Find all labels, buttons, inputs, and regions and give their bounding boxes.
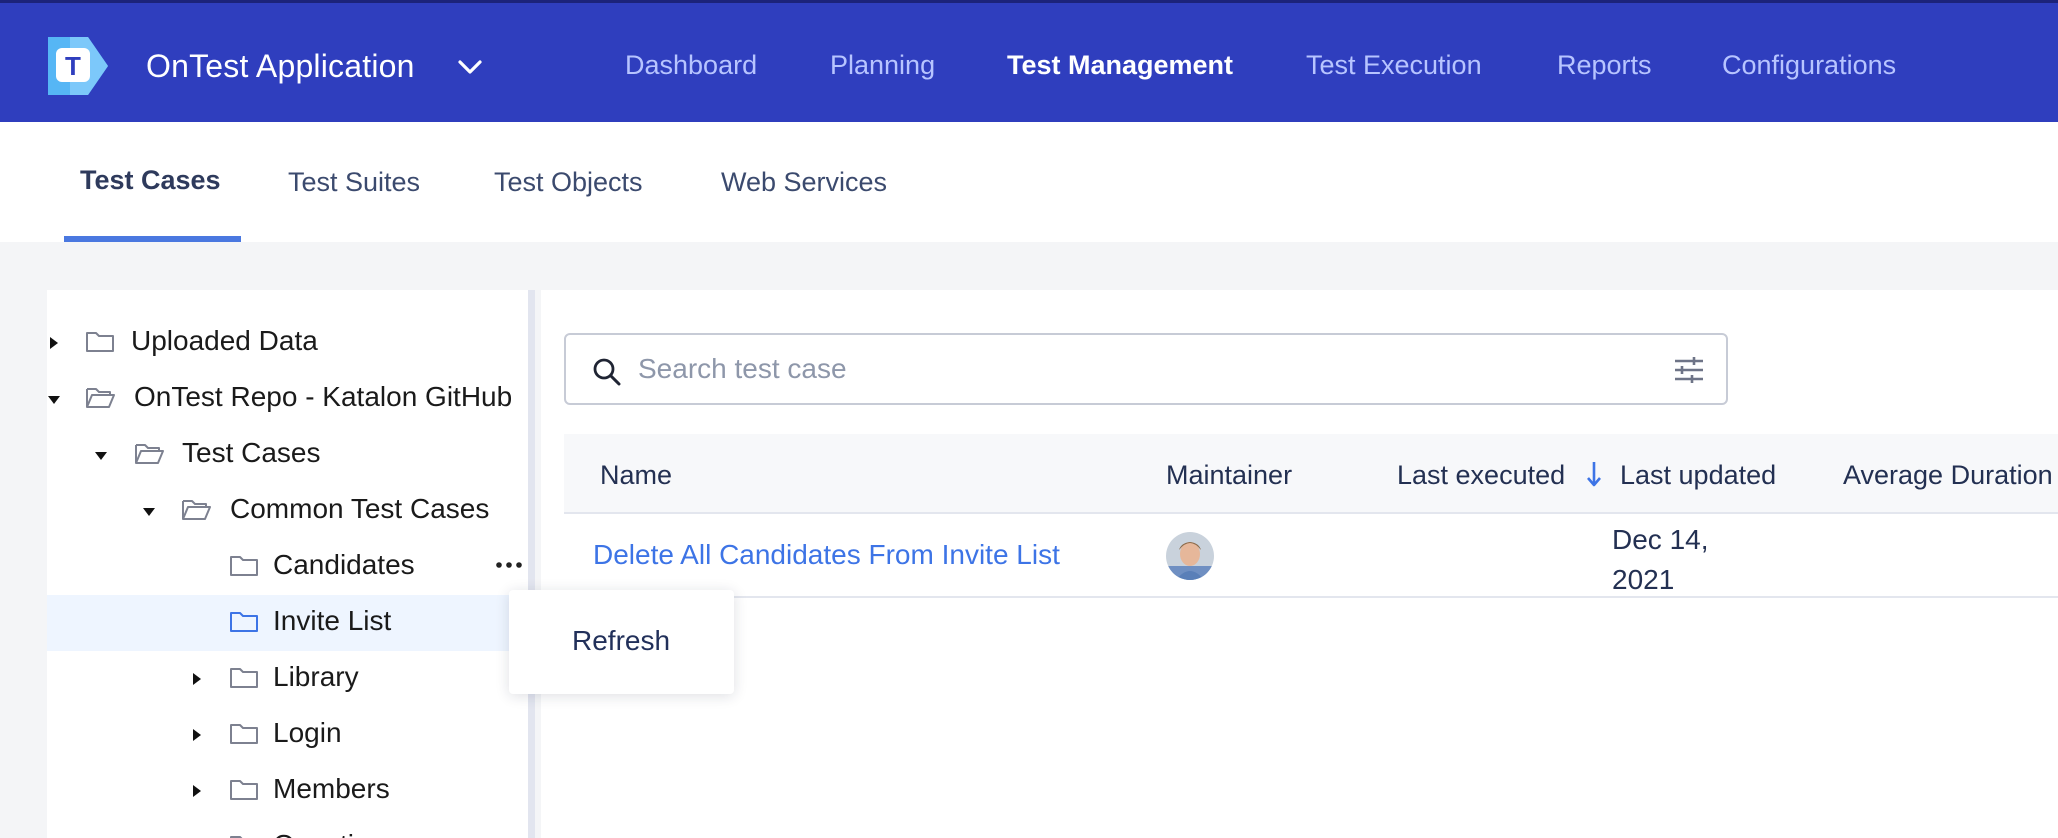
tree-item-uploaded-data[interactable]: Uploaded Data (47, 315, 528, 371)
caret-down-icon[interactable] (142, 504, 156, 518)
filter-settings-icon[interactable] (1672, 355, 1706, 385)
folder-open-icon (86, 388, 115, 408)
tab-test-suites[interactable]: Test Suites (288, 164, 420, 200)
folder-open-icon (135, 444, 164, 464)
nav-test-management[interactable]: Test Management (1007, 47, 1233, 83)
tree-item-candidates[interactable]: Candidates (47, 539, 528, 595)
caret-right-icon[interactable] (190, 728, 204, 742)
tree-item-ontest-repo[interactable]: OnTest Repo - Katalon GitHub (47, 371, 528, 427)
tree-item-label: Invite List (273, 605, 392, 636)
caret-right-icon[interactable] (190, 672, 204, 686)
tree-item-invite-list[interactable]: Invite List (47, 595, 528, 651)
nav-configurations[interactable]: Configurations (1722, 47, 1896, 83)
nav-test-execution[interactable]: Test Execution (1306, 47, 1482, 83)
tree-item-question[interactable]: Question (47, 819, 528, 838)
tree-item-label: Members (273, 773, 390, 804)
tree-item-test-cases[interactable]: Test Cases (47, 427, 528, 483)
sub-tab-bar: Test Cases Test Suites Test Objects Web … (0, 122, 2058, 242)
tree-item-label: Uploaded Data (131, 325, 318, 356)
tab-web-services[interactable]: Web Services (721, 164, 887, 200)
app-logo-icon[interactable]: T (48, 37, 108, 95)
column-header-average-duration[interactable]: Average Duration (1843, 458, 2053, 492)
tree-item-label: Login (273, 717, 342, 748)
svg-text:T: T (65, 51, 81, 81)
sort-descending-icon[interactable] (1585, 459, 1603, 489)
folder-icon (230, 556, 258, 576)
caret-right-icon[interactable] (190, 784, 204, 798)
nav-dashboard[interactable]: Dashboard (625, 47, 757, 83)
caret-down-icon[interactable] (47, 392, 61, 406)
chevron-down-icon[interactable] (456, 55, 484, 79)
tree-item-label: Library (273, 661, 359, 692)
app-name[interactable]: OnTest Application (146, 47, 415, 85)
tab-test-objects[interactable]: Test Objects (494, 164, 643, 200)
tree-item-label: OnTest Repo - Katalon GitHub (134, 381, 513, 412)
last-updated-date: Dec 14, 2021 (1612, 524, 1709, 595)
context-menu: Refresh (509, 590, 734, 694)
tree-item-login[interactable]: Login (47, 707, 528, 763)
folder-icon (230, 668, 258, 688)
folder-open-icon (182, 500, 211, 520)
nav-planning[interactable]: Planning (830, 47, 935, 83)
folder-icon (230, 780, 258, 800)
tree-item-label: Candidates (273, 549, 415, 580)
caret-right-icon[interactable] (47, 336, 61, 350)
maintainer-avatar (1166, 532, 1214, 580)
active-tab-indicator (64, 236, 241, 242)
top-navigation-bar: T OnTest Application Dashboard Planning … (0, 0, 2058, 122)
avatar-image (1166, 532, 1214, 580)
tree-item-library[interactable]: Library (47, 651, 528, 707)
column-header-maintainer[interactable]: Maintainer (1166, 458, 1292, 492)
tab-test-cases[interactable]: Test Cases (80, 162, 221, 198)
folder-icon (230, 836, 243, 838)
table-header (564, 434, 2058, 514)
column-header-last-executed[interactable]: Last executed (1397, 458, 1565, 492)
folder-icon (86, 332, 114, 352)
column-header-name[interactable]: Name (600, 458, 672, 492)
folder-tree: Uploaded Data OnTest Repo - Katalon GitH… (47, 290, 528, 838)
search-input[interactable] (638, 347, 1618, 391)
folder-icon (230, 612, 258, 632)
tree-item-label: Test Cases (182, 437, 321, 468)
search-icon (593, 358, 621, 386)
tree-item-common-test-cases[interactable]: Common Test Cases (47, 483, 528, 539)
search-box (564, 333, 1728, 405)
tree-item-members[interactable]: Members (47, 763, 528, 819)
context-menu-refresh[interactable]: Refresh (572, 624, 670, 658)
nav-reports[interactable]: Reports (1557, 47, 1652, 83)
folder-icon (230, 724, 258, 744)
more-options-icon[interactable] (493, 553, 525, 577)
tree-scrollbar[interactable] (528, 290, 535, 838)
tree-item-label: Common Test Cases (230, 493, 490, 524)
caret-down-icon[interactable] (94, 448, 108, 462)
tree-item-label: Question (273, 828, 385, 838)
test-case-name-link[interactable]: Delete All Candidates From Invite List (593, 538, 1060, 572)
column-header-last-updated[interactable]: Last updated (1620, 458, 1776, 492)
